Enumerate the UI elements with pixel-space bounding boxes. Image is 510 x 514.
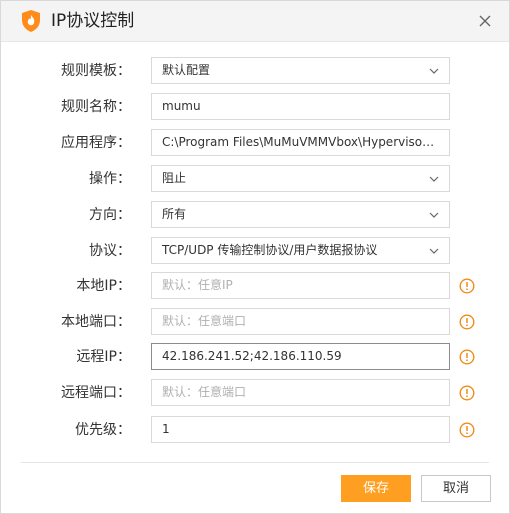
remote-ip-label: 远程IP： xyxy=(76,349,131,365)
row-rule-name: 规则名称： mumu xyxy=(1,93,509,121)
direction-label: 方向： xyxy=(89,207,131,223)
row-remote-ip: 远程IP： 42.186.241.52;42.186.110.59 xyxy=(1,343,509,371)
action-select[interactable]: 阻止 xyxy=(151,165,450,192)
rule-template-label: 规则模板： xyxy=(61,63,131,79)
priority-value: 1 xyxy=(162,422,170,436)
rule-name-input[interactable]: mumu xyxy=(151,93,450,120)
protocol-value: TCP/UDP 传输控制协议/用户数据报协议 xyxy=(162,243,378,257)
remote-port-placeholder: 默认：任意端口 xyxy=(162,385,247,399)
direction-select[interactable]: 所有 xyxy=(151,201,450,228)
save-button[interactable]: 保存 xyxy=(341,475,411,502)
row-local-ip: 本地IP： 默认：任意IP xyxy=(1,272,509,300)
priority-input[interactable]: 1 xyxy=(151,416,450,443)
chevron-down-icon xyxy=(429,176,439,182)
local-ip-placeholder: 默认：任意IP xyxy=(162,278,233,292)
warning-info-icon[interactable] xyxy=(459,385,475,401)
local-port-placeholder: 默认：任意端口 xyxy=(162,314,247,328)
warning-info-icon[interactable] xyxy=(459,349,475,365)
dialog-title: IP协议控制 xyxy=(51,11,135,31)
warning-info-icon[interactable] xyxy=(459,422,475,438)
local-ip-input[interactable]: 默认：任意IP xyxy=(151,272,450,299)
application-label: 应用程序： xyxy=(61,135,131,151)
row-remote-port: 远程端口： 默认：任意端口 xyxy=(1,379,509,407)
remote-ip-input[interactable]: 42.186.241.52;42.186.110.59 xyxy=(151,343,450,370)
direction-value: 所有 xyxy=(162,207,187,221)
row-action: 操作： 阻止 xyxy=(1,165,509,193)
footer-divider xyxy=(21,462,489,463)
title-bar: IP协议控制 xyxy=(1,1,509,42)
chevron-down-icon xyxy=(429,212,439,218)
cancel-button[interactable]: 取消 xyxy=(421,475,491,502)
row-local-port: 本地端口： 默认：任意端口 xyxy=(1,308,509,336)
protocol-select[interactable]: TCP/UDP 传输控制协议/用户数据报协议 xyxy=(151,237,450,264)
row-protocol: 协议： TCP/UDP 传输控制协议/用户数据报协议 xyxy=(1,237,509,265)
ip-protocol-control-dialog: IP协议控制 规则模板： 默认配置 规则名称： mumu 应用程序： C:\Pr… xyxy=(0,0,510,514)
priority-label: 优先级： xyxy=(75,422,131,438)
local-port-input[interactable]: 默认：任意端口 xyxy=(151,308,450,335)
action-value: 阻止 xyxy=(162,171,187,185)
remote-port-label: 远程端口： xyxy=(61,385,131,401)
rule-template-value: 默认配置 xyxy=(162,63,211,77)
row-application: 应用程序： C:\Program Files\MuMuVMMVbox\Hyper… xyxy=(1,129,509,157)
warning-info-icon[interactable] xyxy=(459,314,475,330)
remote-ip-value: 42.186.241.52;42.186.110.59 xyxy=(162,349,342,363)
application-path-input[interactable]: C:\Program Files\MuMuVMMVbox\Hypervisor\… xyxy=(151,129,450,156)
action-label: 操作： xyxy=(89,171,131,187)
chevron-down-icon xyxy=(429,248,439,254)
shield-logo-icon xyxy=(22,10,40,32)
row-direction: 方向： 所有 xyxy=(1,201,509,229)
rule-template-select[interactable]: 默认配置 xyxy=(151,57,450,84)
warning-info-icon[interactable] xyxy=(459,278,475,294)
chevron-down-icon xyxy=(429,68,439,74)
protocol-label: 协议： xyxy=(89,243,131,259)
row-rule-template: 规则模板： 默认配置 xyxy=(1,57,509,85)
close-icon[interactable] xyxy=(475,11,495,31)
remote-port-input[interactable]: 默认：任意端口 xyxy=(151,379,450,406)
rule-name-label: 规则名称： xyxy=(61,99,131,115)
local-ip-label: 本地IP： xyxy=(76,278,131,294)
rule-name-value: mumu xyxy=(162,99,201,113)
local-port-label: 本地端口： xyxy=(61,314,131,330)
row-priority: 优先级： 1 xyxy=(1,416,509,444)
